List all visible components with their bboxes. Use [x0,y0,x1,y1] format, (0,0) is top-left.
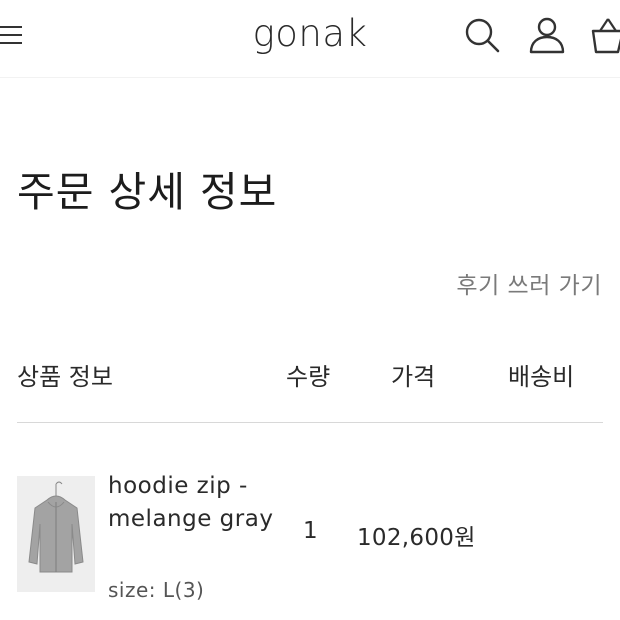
product-thumbnail[interactable] [17,476,95,592]
product-quantity: 1 [303,518,318,544]
column-header-price: 가격 [391,363,436,391]
product-name[interactable]: hoodie zip - melange gray [108,470,278,536]
table-divider [17,422,603,423]
hoodie-image [17,476,95,592]
column-header-quantity: 수량 [286,363,331,391]
product-price: 102,600원 [357,525,476,551]
column-header-product: 상품 정보 [17,363,113,391]
cart-icon[interactable] [590,15,620,55]
site-header: gonak [0,0,620,78]
write-review-link[interactable]: 후기 쓰러 가기 [456,266,602,300]
search-icon[interactable] [462,15,502,55]
site-logo[interactable]: gonak [253,12,368,55]
user-icon[interactable] [527,15,567,55]
product-option: size: L(3) [108,578,205,602]
column-header-shipping: 배송비 [508,363,575,391]
page-title: 주문 상세 정보 [17,168,278,216]
menu-icon[interactable] [0,24,24,46]
